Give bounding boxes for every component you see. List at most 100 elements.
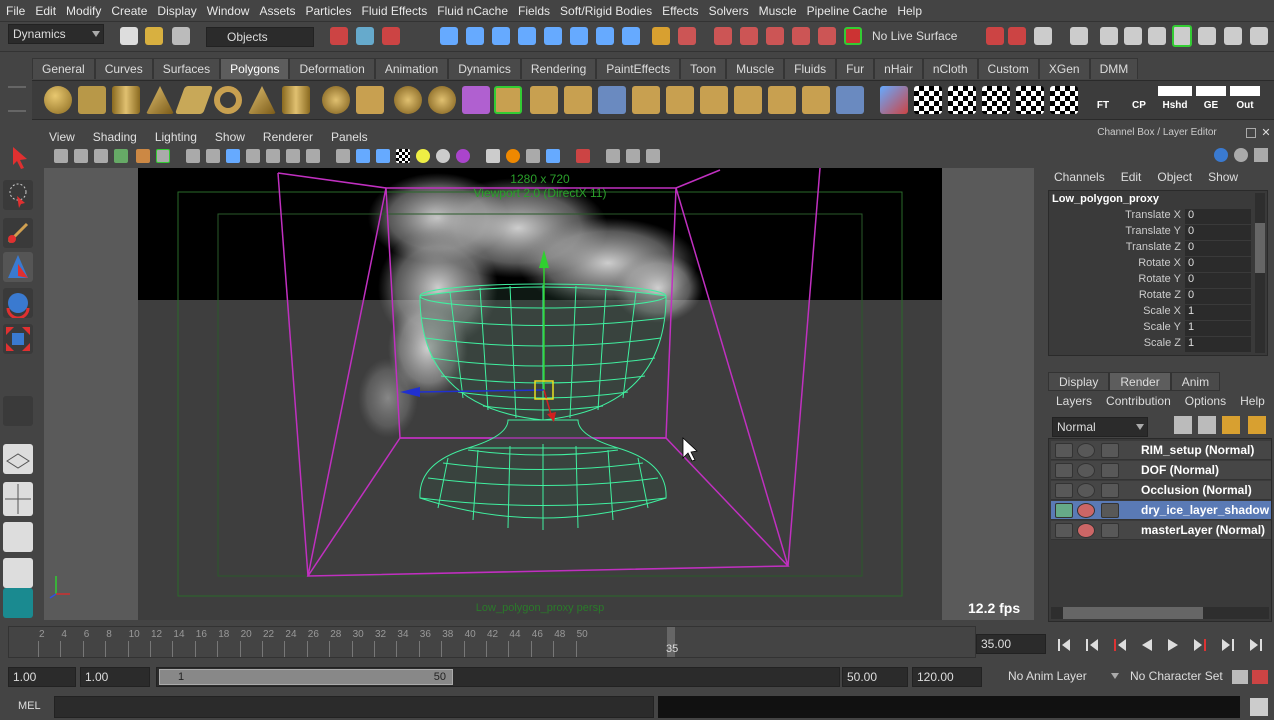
layer-menu-contribution[interactable]: Contribution [1106,394,1171,408]
snap-curve-icon[interactable] [466,27,484,45]
new-scene-icon[interactable] [120,27,138,45]
layer-tab-display[interactable]: Display [1048,372,1110,391]
shelf-tab-general[interactable]: General [32,58,95,79]
channel-scale-x[interactable]: Scale X 1 [1049,305,1251,321]
field-chart-icon[interactable] [266,149,280,163]
poly-soccer-ball-icon[interactable] [322,86,350,114]
menu-assets[interactable]: Assets [259,4,295,18]
viewport-menu-shading[interactable]: Shading [93,130,137,144]
channel-scale-y[interactable]: Scale Y 1 [1049,321,1251,337]
attribute-display-icon[interactable] [1214,148,1228,162]
poly-append-icon[interactable] [564,86,592,114]
rotate-tool-icon[interactable] [3,288,33,320]
magnet-live-icon[interactable] [818,27,836,45]
menu-modify[interactable]: Modify [66,4,101,18]
perspective-viewport[interactable]: 1280 x 720 Viewport 2.0 (DirectX 11) Low… [138,168,942,620]
command-input[interactable] [54,696,654,718]
paint-select-tool-icon[interactable] [3,218,33,248]
layer-row[interactable]: masterLayer (Normal) [1051,521,1271,540]
resolution-gate-icon[interactable] [226,149,240,163]
step-forward-key-icon[interactable] [1194,639,1206,651]
shelf-tab-xgen[interactable]: XGen [1038,58,1090,79]
channel-scrollbar[interactable] [1255,193,1265,353]
gate-mask-icon[interactable] [246,149,260,163]
channel-value[interactable]: 0 [1185,225,1251,240]
layer-editor-icon[interactable] [1198,27,1216,45]
shelf-button-cp[interactable]: CP [1124,86,1154,114]
go-to-end-icon[interactable] [1250,639,1262,651]
recycle-icon[interactable] [1077,443,1095,458]
magnet-curve-icon[interactable] [740,27,758,45]
tool-settings-icon[interactable] [1100,27,1118,45]
move-tool-icon[interactable] [3,252,33,282]
poly-sphere-icon[interactable] [44,86,72,114]
auto-key-icon[interactable] [1252,670,1268,684]
script-editor-icon[interactable] [1250,698,1268,716]
menu-display[interactable]: Display [157,4,196,18]
channel-translate-y[interactable]: Translate Y 0 [1049,225,1251,241]
menu-soft-rigid-bodies[interactable]: Soft/Rigid Bodies [560,4,652,18]
recycle-icon[interactable] [1077,483,1095,498]
menuset-dropdown[interactable]: Dynamics [8,24,104,44]
poly-pipe-icon[interactable] [282,86,310,114]
channel-rotate-x[interactable]: Rotate X 0 [1049,257,1251,273]
poly-bevel-icon[interactable] [632,86,660,114]
shelf-tab-custom[interactable]: Custom [977,58,1039,79]
layer-row[interactable]: DOF (Normal) [1051,461,1271,480]
layer-menu-options[interactable]: Options [1185,394,1226,408]
render-toggle-icon[interactable] [1055,523,1073,538]
menu-pipeline-cache[interactable]: Pipeline Cache [807,4,888,18]
layer-menu-layers[interactable]: Layers [1056,394,1092,408]
help-question-icon[interactable] [622,27,640,45]
render-current-icon[interactable] [986,27,1004,45]
poly-cylinder-icon[interactable] [112,86,140,114]
channel-value[interactable]: 0 [1185,289,1251,304]
poly-split-icon[interactable] [598,86,626,114]
lasso-tool-icon[interactable] [3,180,33,210]
channel-menu-show[interactable]: Show [1208,170,1238,184]
magnet-surface-icon[interactable] [792,27,810,45]
layer-mode-dropdown[interactable]: Normal [1052,417,1148,437]
textured-icon[interactable] [396,149,410,163]
panel-layout-icon[interactable] [1224,27,1242,45]
layer-tab-anim[interactable]: Anim [1170,372,1221,391]
character-set-dropdown[interactable]: No Character Set [1126,667,1230,687]
select-object-icon[interactable] [356,27,374,45]
render-settings-icon[interactable] [1034,27,1052,45]
snap-plane-icon[interactable] [518,27,536,45]
shelf-button-ge[interactable]: GE [1196,86,1226,114]
channel-scale-z[interactable]: Scale Z 1 [1049,337,1251,353]
channel-value[interactable]: 0 [1185,257,1251,272]
channel-translate-x[interactable]: Translate X 0 [1049,209,1251,225]
layer-hscrollbar[interactable] [1051,607,1269,619]
float-panel-icon[interactable] [1246,128,1256,138]
anim-layer-dropdown[interactable]: No Anim Layer [1004,667,1122,687]
layer-settings-icon[interactable] [1101,463,1119,478]
shadows-icon[interactable] [436,149,450,163]
four-pane-layout-icon[interactable] [3,482,33,516]
shelf-tab-deformation[interactable]: Deformation [289,58,375,79]
channel-rotate-y[interactable]: Rotate Y 0 [1049,273,1251,289]
select-camera-icon[interactable] [54,149,68,163]
menu-fluid-effects[interactable]: Fluid Effects [361,4,427,18]
shelf-tab-nhair[interactable]: nHair [874,58,923,79]
xray-icon[interactable] [576,149,590,163]
poly-poke-icon[interactable] [768,86,796,114]
motion-blur-icon[interactable] [486,149,500,163]
menu-effects[interactable]: Effects [662,4,698,18]
poly-combine-icon[interactable] [356,86,384,114]
live-surface-field[interactable]: No Live Surface [868,27,974,47]
uv-planar-icon[interactable] [948,86,976,114]
render-toggle-icon[interactable] [1055,463,1073,478]
bookmarks-icon[interactable] [94,149,108,163]
xray-joints-icon[interactable] [606,149,620,163]
poly-plane-icon[interactable] [174,86,214,114]
shelf-tab-animation[interactable]: Animation [374,58,449,79]
scrollbar-thumb[interactable] [1063,607,1203,619]
shelf-tab-surfaces[interactable]: Surfaces [152,58,221,79]
channel-value[interactable]: 1 [1185,337,1251,352]
channel-menu-channels[interactable]: Channels [1054,170,1105,184]
new-layer-selected-icon[interactable] [1198,416,1216,434]
poly-bridge-icon[interactable] [530,86,558,114]
layer-settings-icon[interactable] [1101,483,1119,498]
